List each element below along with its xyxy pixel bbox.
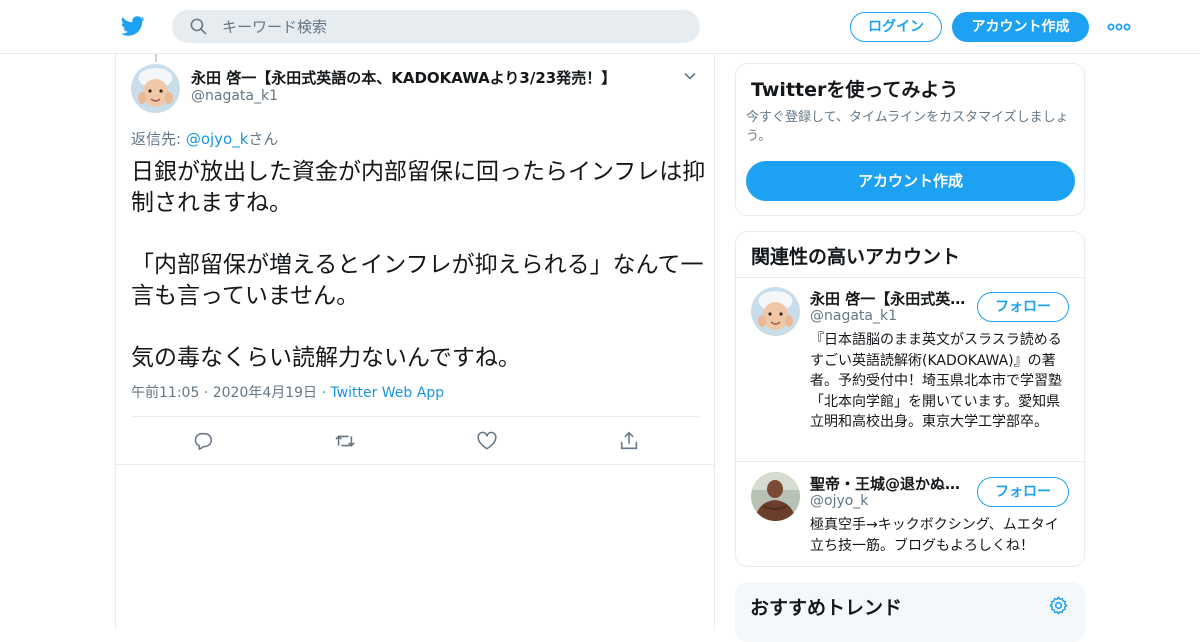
tweet-author-name[interactable]: 永田 啓一【永田式英語の本、KADOKAWAより3/23発売！】	[191, 67, 616, 88]
tweet-timestamp[interactable]: 午前11:05 · 2020年4月19日	[131, 385, 317, 401]
create-account-button[interactable]: アカウント作成	[746, 161, 1075, 201]
divider	[736, 461, 1084, 462]
follow-button[interactable]: フォロー	[977, 477, 1069, 507]
account-handle[interactable]: @ojyo_k	[810, 493, 868, 509]
gear-icon[interactable]	[1048, 595, 1069, 616]
twitter-logo-icon[interactable]	[120, 14, 146, 38]
tweet-metadata: 午前11:05 · 2020年4月19日 · Twitter Web App	[131, 382, 444, 402]
signup-card: Twitterを使ってみよう 今すぐ登録して、タイムラインをカスタマイズしましょ…	[735, 63, 1085, 216]
account-bio: 『日本語脳のまま英文がスラスラ読めるすごい英語読解術(KADOKAWA)』の著者…	[810, 332, 1062, 430]
chevron-down-icon[interactable]	[682, 68, 698, 84]
tweet-text: 日銀が放出した資金が内部留保に回ったらインフレは抑制されますね。 「内部留保が増…	[131, 159, 706, 371]
divider	[131, 416, 699, 417]
reply-handle-link[interactable]: @ojyo_k	[186, 130, 249, 148]
top-navigation-bar: ログイン アカウント作成	[0, 0, 1200, 54]
reply-context: 返信先: @ojyo_kさん	[131, 128, 278, 149]
reply-suffix: さん	[248, 130, 279, 148]
avatar[interactable]	[751, 287, 800, 336]
share-icon[interactable]	[618, 430, 640, 452]
account-name[interactable]: 聖帝・王城@退かぬ媚びぬ省みぬ	[810, 473, 968, 494]
meta-separator: ·	[321, 385, 326, 401]
related-accounts-title: 関連性の高いアカウント	[751, 246, 961, 268]
fighter-avatar-icon	[751, 472, 800, 521]
like-icon[interactable]	[476, 430, 498, 452]
search-box[interactable]	[172, 10, 700, 43]
divider	[736, 277, 1084, 278]
retweet-icon[interactable]	[334, 430, 356, 452]
search-icon	[190, 18, 207, 35]
trends-title: おすすめトレンド	[750, 597, 903, 619]
avatar[interactable]	[751, 472, 800, 521]
tweet-source-app[interactable]: Twitter Web App	[330, 385, 444, 401]
reply-icon[interactable]	[192, 430, 214, 452]
child-avatar-icon	[131, 64, 180, 113]
reply-prefix: 返信先:	[131, 130, 186, 148]
follow-button[interactable]: フォロー	[977, 292, 1069, 322]
tweet-column: 永田 啓一【永田式英語の本、KADOKAWAより3/23発売！】 @nagata…	[115, 54, 715, 630]
avatar[interactable]	[131, 64, 180, 113]
thread-connector-line	[155, 54, 157, 62]
divider	[116, 464, 714, 465]
login-button[interactable]: ログイン	[850, 12, 942, 42]
trends-card: おすすめトレンド	[735, 582, 1085, 642]
search-input[interactable]	[222, 10, 682, 43]
signup-button[interactable]: アカウント作成	[952, 12, 1089, 42]
more-icon[interactable]	[1106, 18, 1132, 36]
child-avatar-icon	[751, 287, 800, 336]
account-bio: 極真空手→キックボクシング、ムエタイ 立ち技一筋。ブログもよろしくね！	[810, 517, 1059, 554]
signup-card-description: 今すぐ登録して、タイムラインをカスタマイズしましょう。	[746, 110, 1069, 144]
account-handle[interactable]: @nagata_k1	[810, 308, 897, 324]
related-accounts-card: 関連性の高いアカウント 永田 啓一【永田式英語の本、KADOKAWAより3/23…	[735, 231, 1085, 567]
signup-card-title: Twitterを使ってみよう	[751, 79, 959, 101]
account-name[interactable]: 永田 啓一【永田式英語の本、KADOKAWAより3/23発売！】	[810, 288, 968, 309]
tweet-author-handle[interactable]: @nagata_k1	[191, 88, 278, 104]
